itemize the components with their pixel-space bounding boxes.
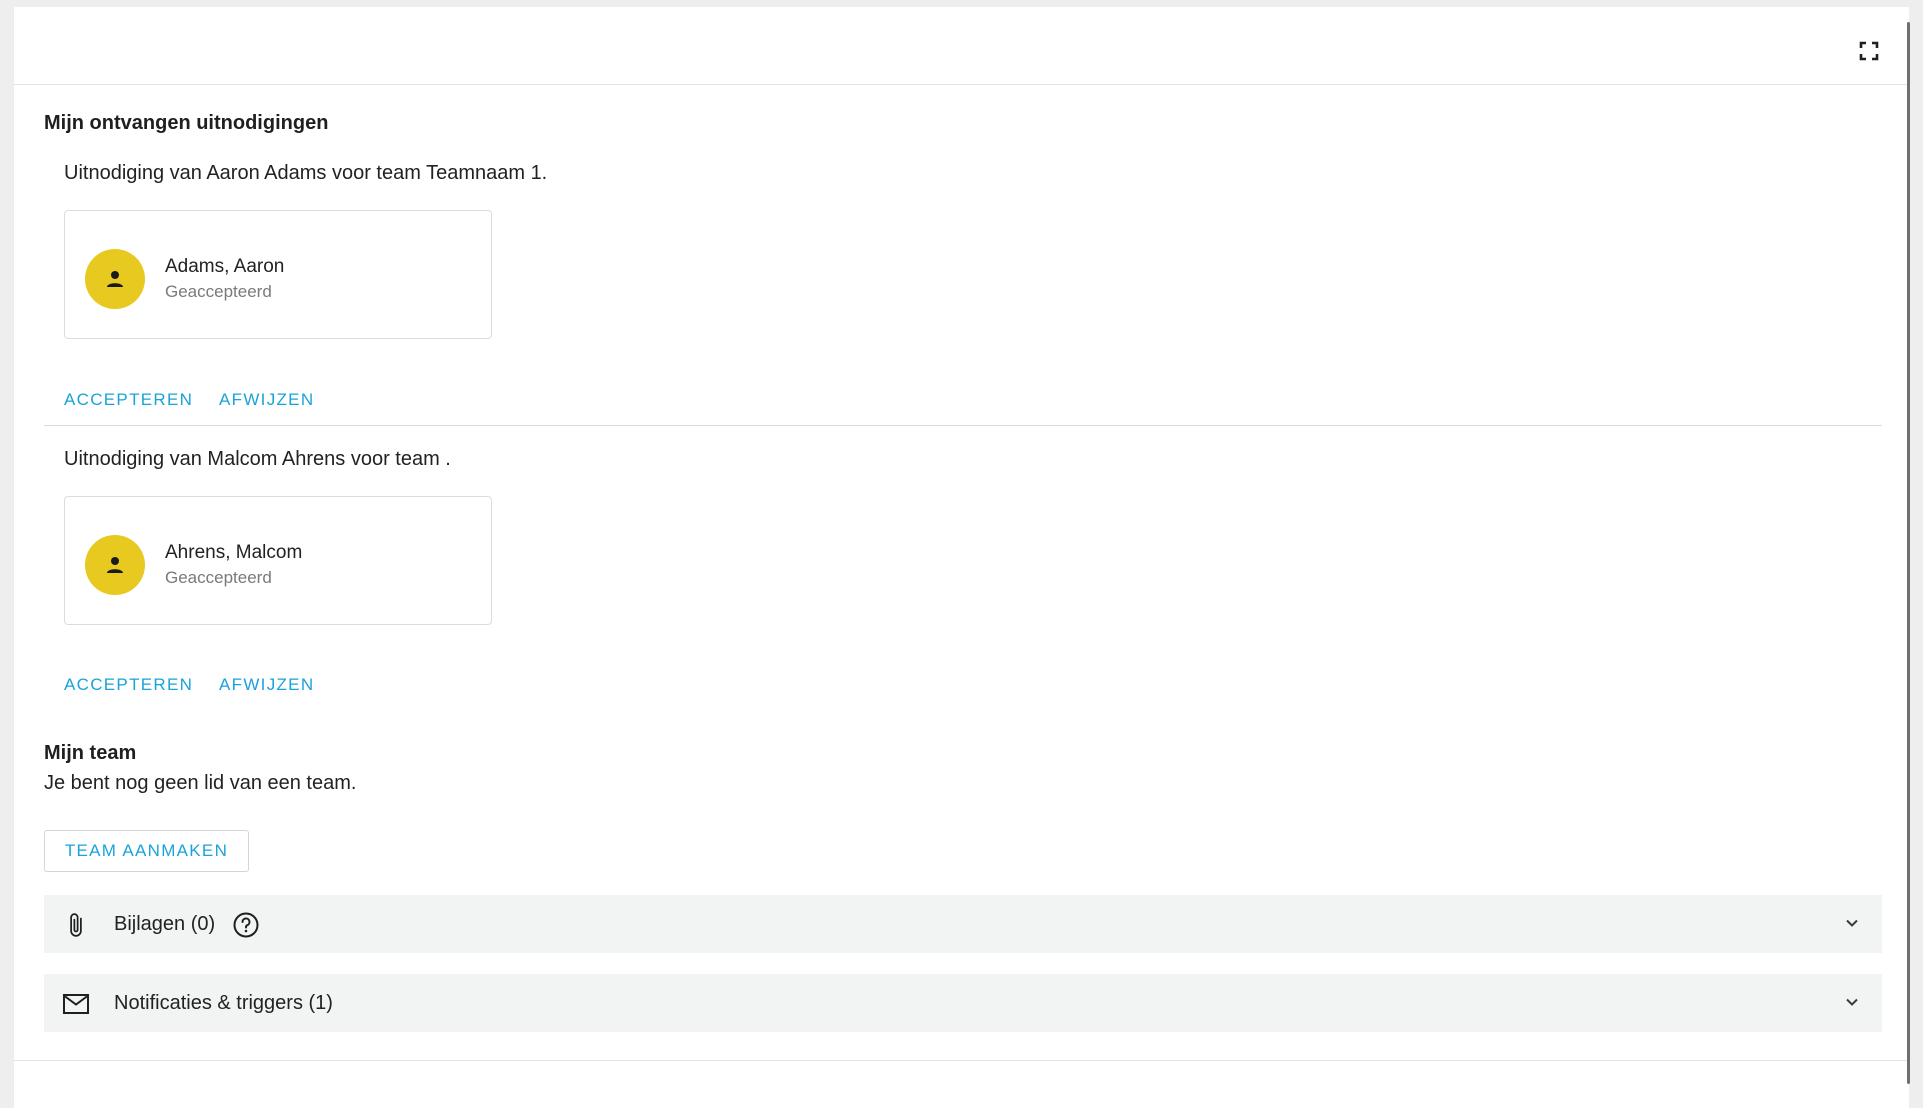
reject-button[interactable]: AFWIJZEN: [219, 390, 314, 410]
attachments-accordion[interactable]: Bijlagen (0): [44, 895, 1882, 953]
chevron-down-icon[interactable]: [1840, 911, 1864, 935]
divider: [44, 425, 1882, 426]
fullscreen-icon: [1859, 41, 1879, 61]
person-icon: [107, 271, 123, 287]
person-name: Ahrens, Malcom: [165, 542, 303, 563]
avatar: [85, 535, 145, 595]
panel-toolbar: [14, 7, 1909, 85]
invitation-text: Uitnodiging van Aaron Adams voor team Te…: [64, 162, 548, 184]
team-title: Mijn team: [44, 742, 137, 764]
fullscreen-button[interactable]: [1854, 36, 1884, 66]
divider: [14, 1060, 1909, 1061]
accept-button[interactable]: ACCEPTEREN: [64, 390, 193, 410]
paperclip-icon: [62, 911, 90, 939]
invitation-text: Uitnodiging van Malcom Ahrens voor team …: [64, 448, 451, 470]
chevron-down-icon[interactable]: [1840, 990, 1864, 1014]
accordion-label: Bijlagen (0): [114, 913, 216, 935]
help-icon[interactable]: [232, 911, 260, 939]
vertical-scrollbar[interactable]: [1907, 22, 1910, 1084]
avatar: [85, 249, 145, 309]
person-card: Ahrens, Malcom Geaccepteerd: [64, 496, 492, 625]
person-icon: [107, 557, 123, 573]
main-panel: Mijn ontvangen uitnodigingen Uitnodiging…: [14, 7, 1909, 1108]
create-team-button[interactable]: TEAM AANMAKEN: [44, 830, 249, 872]
person-status: Geaccepteerd: [165, 568, 272, 587]
person-name: Adams, Aaron: [165, 256, 285, 277]
accordion-label: Notificaties & triggers (1): [114, 992, 333, 1014]
accept-button[interactable]: ACCEPTEREN: [64, 675, 193, 695]
person-status: Geaccepteerd: [165, 282, 272, 301]
team-message: Je bent nog geen lid van een team.: [44, 772, 357, 794]
person-card: Adams, Aaron Geaccepteerd: [64, 210, 492, 339]
invitations-title: Mijn ontvangen uitnodigingen: [44, 112, 329, 134]
notifications-accordion[interactable]: Notificaties & triggers (1): [44, 974, 1882, 1032]
reject-button[interactable]: AFWIJZEN: [219, 675, 314, 695]
envelope-icon: [62, 990, 90, 1018]
